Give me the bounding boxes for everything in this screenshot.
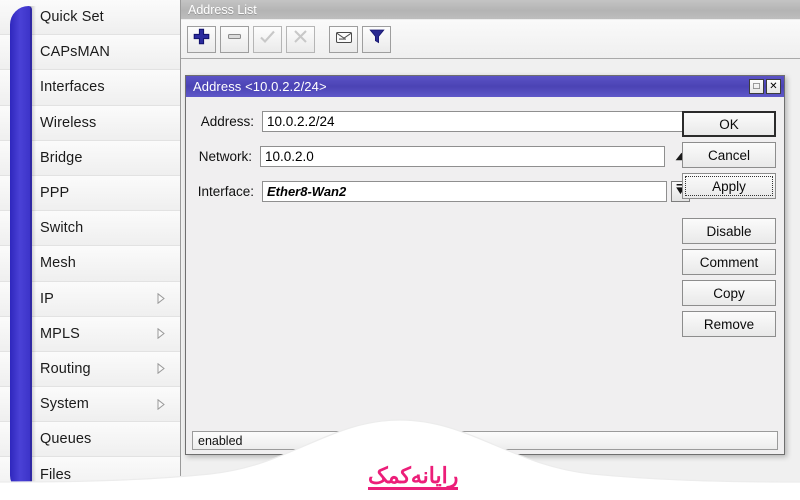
antenna-icon [9,41,31,63]
address-list-window-title: Address List [181,0,800,20]
submenu-arrow-icon [156,398,166,410]
remove-button[interactable] [220,25,249,53]
enable-button[interactable] [253,25,282,53]
close-icon[interactable]: ✕ [766,79,781,94]
comment-icon [335,29,353,50]
copy-button[interactable]: Copy [682,280,776,306]
maximize-icon[interactable]: □ [749,79,764,94]
cross-icon [292,28,309,50]
dialog-button-stack: OK Cancel Apply Disable Comment Copy Remove [682,111,776,342]
address-dialog-titlebar[interactable]: Address <10.0.2.2/24> □ ✕ [186,76,784,97]
network-input[interactable]: 10.0.2.0 [260,146,665,167]
sidebar-item-system[interactable]: System [0,387,180,423]
sidebar-item-mesh[interactable]: Mesh [0,246,180,282]
sidebar-item-queues[interactable]: Queues [0,422,180,458]
interface-label: Interface: [197,184,254,199]
button-group-gap [682,204,776,218]
ppp-monitor-icon [9,182,31,204]
sidebar-item-label: Interfaces [40,79,105,96]
address-label: Address: [200,114,254,129]
gear-icon [9,393,31,415]
status-text: enabled [198,433,243,448]
antenna-icon [9,112,31,134]
switch-icon [9,217,31,239]
window-controls: □ ✕ [749,79,784,94]
filter-button[interactable] [362,25,391,53]
sidebar-item-label: Quick Set [40,9,104,26]
interface-input[interactable]: Ether8-Wan2 [262,181,667,202]
workspace: Address List Address <10.0.2.2/24> □ ✕ A… [181,0,800,500]
sidebar-item-routing[interactable]: Routing [0,351,180,388]
sidebar-item-ppp[interactable]: PPP [0,175,180,212]
sidebar-item-label: Mesh [40,255,76,272]
sidebar-item-label: MPLS [40,325,80,342]
sidebar-item-wireless[interactable]: Wireless [0,105,180,141]
disable-button[interactable]: Disable [682,218,776,244]
network-row: Network: 10.0.2.0 [186,146,691,167]
interface-row: Interface: Ether8-Wan2 [186,181,691,202]
remove-button[interactable]: Remove [682,311,776,337]
funnel-icon [368,28,385,50]
submenu-arrow-icon [156,328,166,340]
minus-icon [226,28,243,50]
sidebar-item-label: Routing [40,360,91,377]
cancel-button[interactable]: Cancel [682,142,776,168]
submenu-arrow-icon [156,293,166,305]
add-button[interactable] [187,25,216,53]
sidebar-item-ip[interactable]: 255 IP [0,281,180,317]
sidebar-item-interfaces[interactable]: Interfaces [0,70,180,106]
address-list-title-text: Address List [188,2,257,17]
sidebar-item-switch[interactable]: Switch [0,211,180,247]
folder-icon [9,464,31,486]
submenu-arrow-icon [156,363,166,375]
sidebar-item-label: System [40,396,89,413]
sidebar-item-label: IP [40,290,54,307]
comment-button[interactable] [329,25,358,53]
ip-255-icon: 255 [9,288,31,310]
sidebar-item-label: Queues [40,431,92,448]
status-bar: enabled [192,431,778,450]
sidebar-item-capsman[interactable]: CAPsMAN [0,35,180,71]
plus-icon [193,28,210,50]
mikrotik-winbox-window: Quick Set CAPsMAN Interfaces Wireless Br… [0,0,800,500]
sidebar-item-label: Bridge [40,149,83,166]
sidebar-item-quick-set[interactable]: Quick Set [0,0,180,36]
sidebar-item-label: CAPsMAN [40,44,110,61]
network-label: Network: [198,149,252,164]
queues-tree-icon [9,428,31,450]
mesh-icon [9,252,31,274]
address-input[interactable]: 10.0.2.2/24 [262,111,690,132]
nic-card-icon [9,76,31,98]
sidebar-item-label: Switch [40,220,84,237]
ok-button[interactable]: OK [682,111,776,137]
disable-button[interactable] [286,25,315,53]
check-icon [259,28,276,50]
bridge-nodes-icon [9,147,31,169]
sidebar-menu: Quick Set CAPsMAN Interfaces Wireless Br… [0,0,181,500]
address-dialog-title-text: Address <10.0.2.2/24> [193,79,327,94]
address-row: Address: 10.0.2.2/24 [186,111,691,132]
apply-button[interactable]: Apply [682,173,776,199]
sidebar-item-bridge[interactable]: Bridge [0,140,180,176]
address-form: Address: 10.0.2.2/24 Network: 10.0.2.0 I… [186,111,691,202]
sidebar-item-label: PPP [40,185,70,202]
sidebar-item-label: Files [40,466,72,483]
comment-button[interactable]: Comment [682,249,776,275]
address-list-toolbar [181,20,800,59]
sidebar-item-files[interactable]: Files [0,457,180,493]
svg-text:255: 255 [13,293,26,301]
magic-wand-icon [9,6,31,28]
sidebar-item-mpls[interactable]: MPLS [0,316,180,352]
sidebar-item-log[interactable]: Log [0,492,180,500]
address-dialog-body: Address: 10.0.2.2/24 Network: 10.0.2.0 I… [186,97,784,455]
mpls-tags-icon [9,323,31,345]
sidebar-item-label: Wireless [40,114,97,131]
routing-icon [9,358,31,380]
address-dialog: Address <10.0.2.2/24> □ ✕ Address: 10.0.… [185,75,785,455]
